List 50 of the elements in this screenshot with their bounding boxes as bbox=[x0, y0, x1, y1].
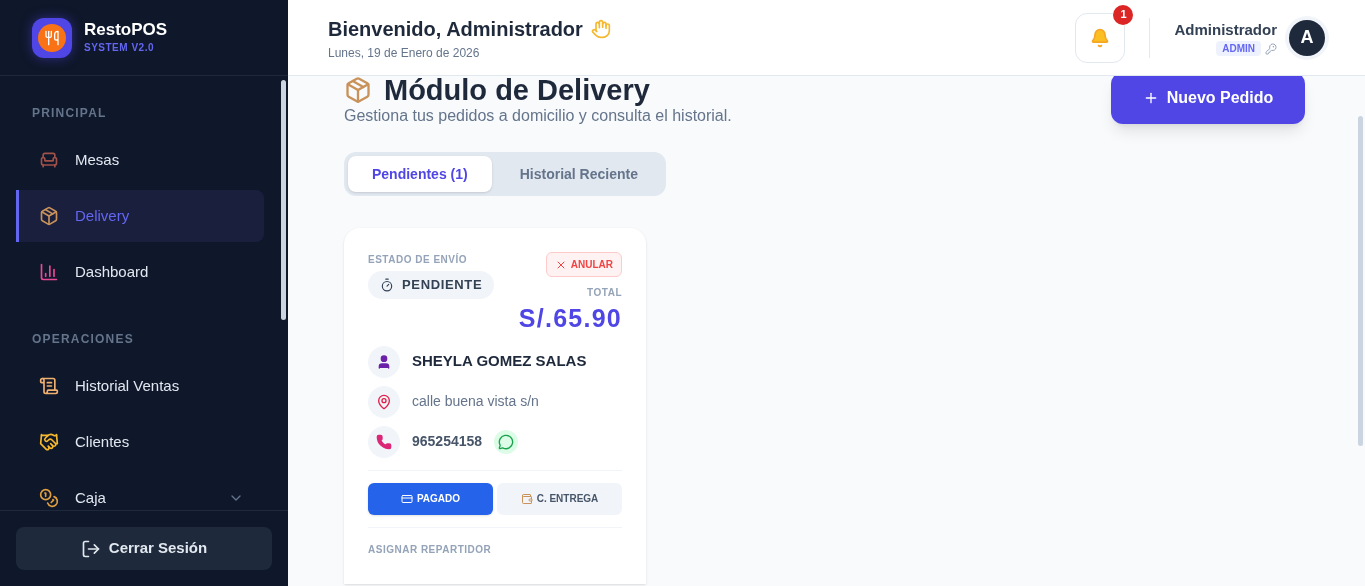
pin-icon bbox=[368, 385, 400, 418]
nav-item[interactable]: Caja bbox=[16, 472, 264, 510]
page-subtitle: Gestiona tus pedidos a domicilio y consulta el historial. bbox=[344, 106, 732, 126]
nav-item[interactable]: Historial Ventas bbox=[16, 360, 264, 412]
nav-item[interactable]: Clientes bbox=[16, 416, 264, 468]
tab[interactable]: Pendientes (1) bbox=[348, 156, 492, 192]
nav-item[interactable]: Mesas bbox=[16, 134, 264, 186]
chat-icon bbox=[498, 433, 515, 450]
customer-name: SHEYLA GOMEZ SALAS bbox=[412, 351, 587, 372]
phone-number: 965254158 bbox=[412, 432, 483, 451]
card-icon bbox=[400, 492, 413, 505]
chat-button[interactable] bbox=[494, 429, 519, 454]
logout-button[interactable]: Cerrar Sesión bbox=[16, 527, 272, 570]
bar-chart-icon bbox=[39, 262, 59, 282]
bell-icon bbox=[1090, 27, 1111, 48]
logo-icon bbox=[32, 17, 72, 58]
role-badge: ADMIN bbox=[1216, 41, 1261, 57]
brand-name: RestoPOS bbox=[84, 20, 168, 40]
section-title: OPERACIONES bbox=[31, 331, 135, 348]
status-label: ESTADO DE ENVÍO bbox=[368, 252, 467, 267]
greeting: Bienvenido, Administrador bbox=[328, 16, 583, 42]
section-title: PRINCIPAL bbox=[31, 105, 108, 122]
payment-option[interactable]: PAGADO bbox=[368, 482, 493, 515]
status-badge: PENDIENTE bbox=[368, 271, 495, 299]
cancel-button[interactable]: ANULAR bbox=[545, 252, 622, 277]
assign-label: ASIGNAR REPARTIDOR bbox=[368, 543, 492, 555]
payment-option[interactable]: C. ENTREGA bbox=[497, 482, 622, 515]
logout-icon bbox=[80, 538, 101, 559]
date: Lunes, 19 de Enero de 2026 bbox=[328, 44, 480, 62]
package-icon bbox=[39, 206, 59, 226]
new-order-button[interactable]: Nuevo Pedido bbox=[1111, 76, 1305, 124]
phone-icon bbox=[368, 425, 400, 458]
nav-item[interactable]: Dashboard bbox=[16, 246, 264, 298]
waving-hand-icon bbox=[590, 18, 611, 39]
total-amount: S/.65.90 bbox=[517, 303, 622, 334]
user-name: Administrador bbox=[1174, 19, 1277, 40]
package-icon bbox=[344, 76, 372, 104]
total-label: TOTAL bbox=[587, 286, 622, 300]
key-icon bbox=[1265, 42, 1277, 55]
stopwatch-icon bbox=[380, 277, 394, 292]
person-icon bbox=[368, 345, 400, 378]
tab[interactable]: Historial Reciente bbox=[495, 156, 662, 192]
address: calle buena vista s/n bbox=[412, 392, 539, 411]
nav-item[interactable]: Delivery bbox=[16, 190, 264, 242]
notification-badge: 1 bbox=[1113, 4, 1134, 25]
handshake-icon bbox=[39, 432, 59, 452]
scroll-icon bbox=[39, 376, 59, 396]
chair-icon bbox=[39, 150, 59, 170]
user-avatar[interactable]: A bbox=[1289, 19, 1325, 56]
brand-version: SYSTEM V2.0 bbox=[84, 41, 155, 55]
